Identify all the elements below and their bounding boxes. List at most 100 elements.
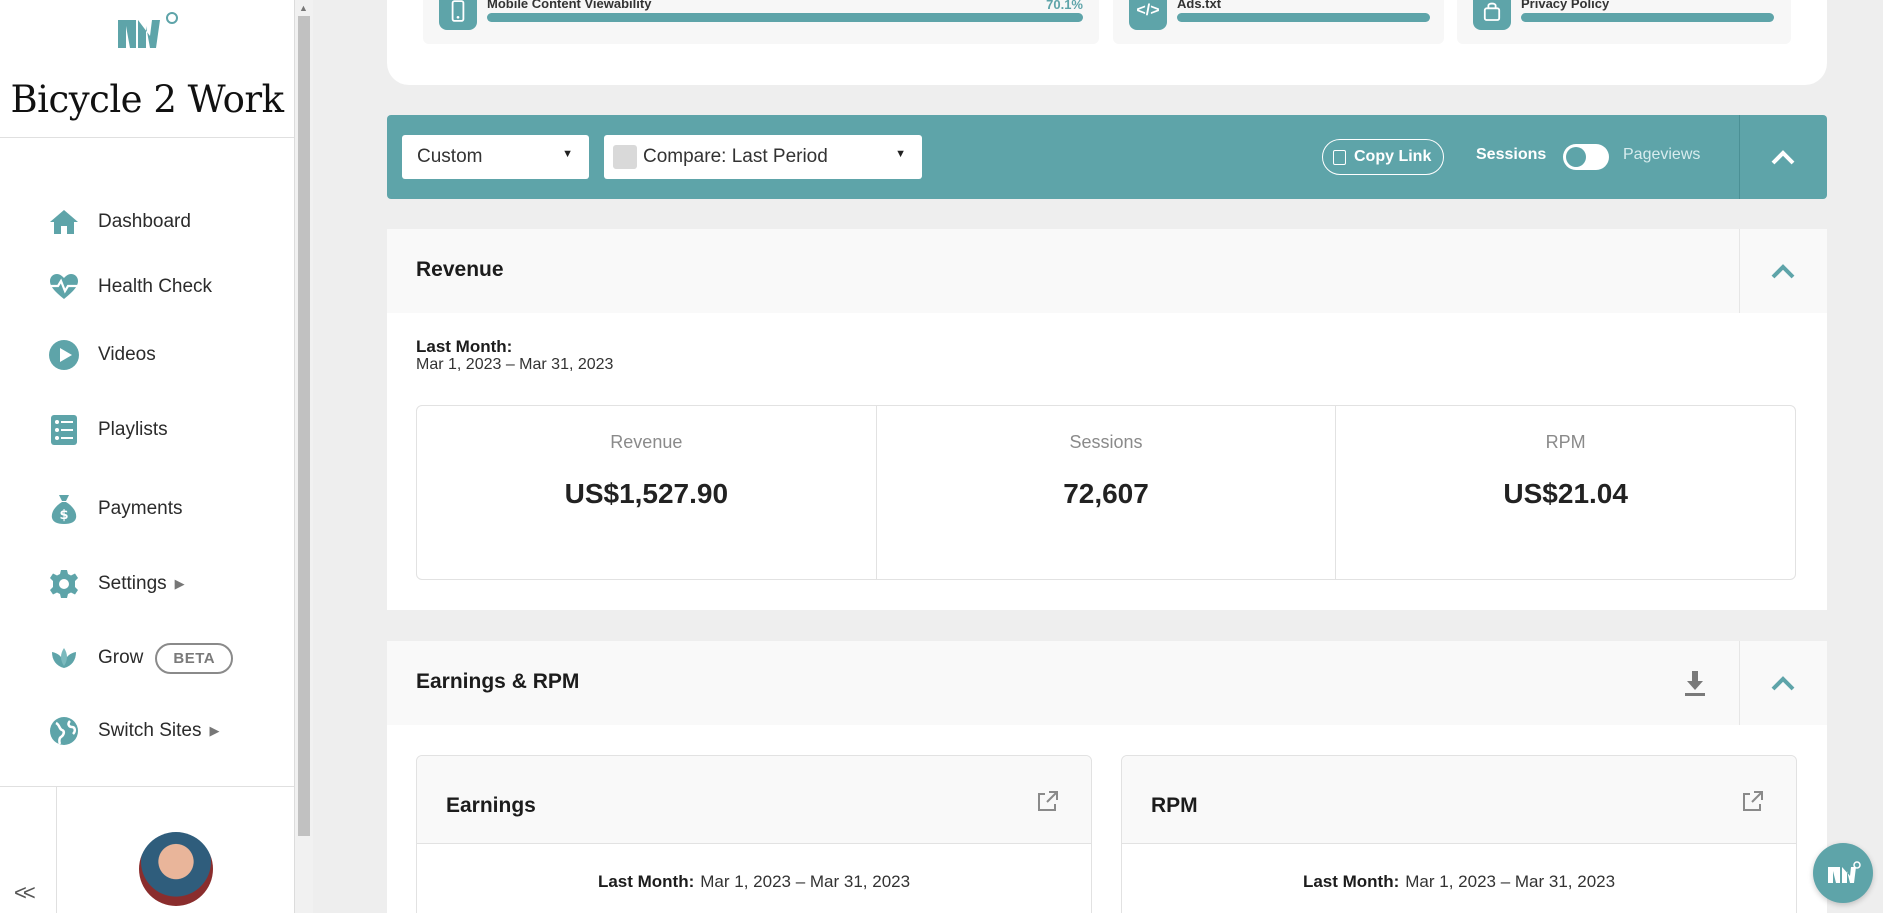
revenue-panel: Revenue Last Month: Mar 1, 2023 – Mar 31…	[387, 229, 1827, 610]
stat-label: RPM	[1545, 432, 1586, 452]
stat-value: US$21.04	[1503, 478, 1628, 509]
toggle-knob	[1566, 147, 1586, 167]
sidebar-item-playlists[interactable]: Playlists	[48, 410, 168, 450]
brand-logo[interactable]	[112, 8, 182, 54]
compare-select[interactable]: Compare: Last Period ▼	[604, 135, 922, 179]
collapse-earnings-button[interactable]	[1739, 641, 1827, 725]
sidebar-item-grow[interactable]: Grow BETA	[48, 638, 234, 678]
sidebar-item-label: Settings	[98, 573, 167, 594]
card-title: RPM	[1151, 794, 1198, 817]
earnings-card: Earnings Last Month: Mar 1, 2023 – Mar 31…	[416, 755, 1092, 913]
leaf-icon	[48, 642, 80, 674]
tile-score: 70.1%	[1046, 0, 1083, 12]
home-icon	[48, 206, 80, 238]
card-period-label: Last Month:	[597, 872, 695, 891]
period-range: Mar 1, 2023 – Mar 31, 2023	[416, 356, 614, 373]
stat-value: US$1,527.90	[564, 478, 729, 509]
earnings-rpm-panel: Earnings & RPM Earnings Last Month: Mar 1…	[387, 641, 1827, 913]
gear-icon	[48, 568, 80, 600]
card-period-range: Mar 1, 2023 – Mar 31, 2023	[700, 872, 911, 891]
sidebar-item-label: Playlists	[98, 419, 168, 440]
sidebar-item-label: Payments	[98, 498, 183, 519]
stat-sessions: Sessions 72,607	[877, 406, 1337, 579]
chevron-up-icon	[1771, 150, 1795, 165]
beta-badge: BETA	[155, 642, 234, 674]
sidebar-item-label: Grow	[98, 647, 144, 668]
scroll-thumb[interactable]	[298, 16, 310, 836]
tile-progress-bar	[487, 13, 1083, 22]
rpm-card-header: RPM	[1122, 756, 1796, 844]
panel-title: Earnings & RPM	[416, 670, 580, 693]
card-period-range: Mar 1, 2023 – Mar 31, 2023	[1405, 872, 1616, 891]
chat-fab-button[interactable]	[1813, 843, 1873, 903]
sidebar-item-settings[interactable]: Settings ▶	[48, 564, 185, 604]
health-tile-mobile-viewability[interactable]: Mobile Content Viewability 70.1%	[423, 0, 1099, 44]
download-icon[interactable]	[1683, 669, 1707, 697]
chevron-up-icon	[1771, 264, 1795, 279]
scroll-up-icon[interactable]: ▲	[299, 3, 308, 13]
stat-value: 72,607	[1063, 478, 1149, 509]
health-tile-privacy-policy[interactable]: Privacy Policy	[1457, 0, 1791, 44]
revenue-panel-header: Revenue	[387, 229, 1827, 313]
sidebar-item-label: Switch Sites	[98, 720, 202, 741]
brand-name: Bicycle 2 Work	[10, 78, 284, 121]
heartbeat-icon	[48, 271, 80, 303]
sidebar-item-health-check[interactable]: Health Check	[48, 267, 212, 307]
card-period: Last Month: Mar 1, 2023 – Mar 31, 2023	[1122, 872, 1796, 892]
tile-progress-bar	[1521, 13, 1774, 22]
caret-right-icon: ▶	[174, 576, 185, 591]
sidebar-item-dashboard[interactable]: Dashboard	[48, 202, 191, 242]
date-range-select[interactable]: Custom ▼	[402, 135, 589, 179]
sidebar-item-label: Videos	[98, 344, 156, 365]
stat-label: Revenue	[610, 432, 683, 452]
stat-label: Sessions	[1069, 432, 1143, 452]
sidebar-scrollbar[interactable]: ▲	[295, 0, 313, 913]
copy-link-label: Copy Link	[1354, 148, 1432, 165]
dropdown-arrow-icon: ▼	[895, 148, 906, 160]
card-title: Earnings	[446, 794, 536, 817]
pageviews-toggle-label: Pageviews	[1623, 146, 1701, 163]
sessions-pageviews-toggle[interactable]	[1563, 144, 1609, 170]
sidebar-item-switch-sites[interactable]: Switch Sites ▶	[48, 711, 219, 751]
brand-chat-icon	[1828, 861, 1861, 883]
health-tile-ads-txt[interactable]: </> Ads.txt	[1113, 0, 1444, 44]
copy-icon	[1333, 149, 1346, 165]
revenue-stats: Revenue US$1,527.90 Sessions 72,607 RPM …	[416, 405, 1796, 580]
list-icon	[48, 414, 80, 446]
sidebar-item-payments[interactable]: $ Payments	[48, 489, 182, 529]
period-label: Last Month:	[416, 337, 513, 356]
dropdown-arrow-icon: ▼	[562, 148, 573, 160]
collapse-sidebar-button[interactable]: <<	[14, 880, 36, 906]
sidebar: Bicycle 2 Work Dashboard Health Check Vi…	[0, 0, 295, 913]
brand-divider	[0, 137, 294, 138]
stat-rpm: RPM US$21.04	[1336, 406, 1795, 579]
collapse-filter-button[interactable]	[1739, 115, 1827, 199]
mobile-icon	[439, 0, 477, 30]
panel-title: Revenue	[416, 258, 504, 281]
copy-link-button[interactable]: Copy Link	[1322, 139, 1445, 175]
sidebar-item-videos[interactable]: Videos	[48, 335, 156, 375]
compare-value: Compare: Last Period	[643, 146, 828, 167]
open-external-icon[interactable]	[1037, 790, 1059, 812]
caret-right-icon: ▶	[209, 723, 220, 738]
sidebar-bottom-divider	[0, 786, 294, 787]
svg-text:$: $	[59, 508, 68, 523]
chevron-up-icon	[1771, 676, 1795, 691]
avatar[interactable]	[139, 832, 213, 906]
collapse-revenue-button[interactable]	[1739, 229, 1827, 313]
money-bag-icon: $	[48, 493, 80, 525]
tile-progress-bar	[1177, 13, 1430, 22]
compare-color-swatch	[613, 145, 637, 169]
open-external-icon[interactable]	[1742, 790, 1764, 812]
code-icon: </>	[1129, 0, 1167, 30]
stat-revenue: Revenue US$1,527.90	[417, 406, 877, 579]
play-icon	[48, 339, 80, 371]
sidebar-bottom-vdivider	[56, 787, 57, 913]
card-period-label: Last Month:	[1302, 872, 1400, 891]
card-period: Last Month: Mar 1, 2023 – Mar 31, 2023	[417, 872, 1091, 892]
sessions-toggle-label: Sessions	[1476, 146, 1547, 163]
earnings-card-header: Earnings	[417, 756, 1091, 844]
lock-icon	[1473, 0, 1511, 30]
health-check-card: Mobile Content Viewability 70.1% </> Ads…	[387, 0, 1827, 85]
sidebar-item-label: Health Check	[98, 276, 213, 297]
